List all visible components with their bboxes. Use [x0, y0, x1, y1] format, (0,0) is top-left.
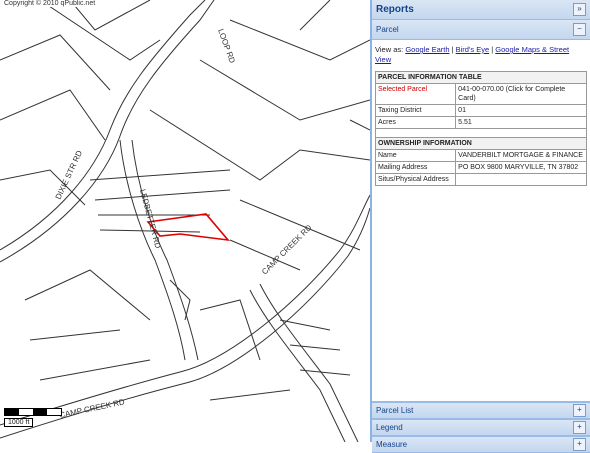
view-as-links: View as: Google Earth | Bird's Eye | Goo…: [375, 45, 570, 64]
road-label: LEDBETTER RD: [138, 188, 163, 249]
birds-eye-link[interactable]: Bird's Eye: [456, 45, 490, 54]
row-value: VANDERBILT MORTGAGE & FINANCE: [455, 149, 587, 162]
reports-header: Reports »: [372, 0, 590, 20]
parcel-list-section[interactable]: Parcel List +: [372, 402, 590, 419]
expand-plus-icon[interactable]: +: [573, 438, 586, 451]
road-label: DIXIE STR RD: [54, 149, 85, 201]
table-row: Situs/Physical Address: [374, 173, 587, 186]
view-as-label: View as:: [375, 45, 404, 54]
parcel-section-body: View as: Google Earth | Bird's Eye | Goo…: [372, 40, 590, 402]
row-label: Situs/Physical Address: [374, 173, 457, 186]
table-row: Acres 5.51: [374, 116, 587, 129]
collapse-minus-icon[interactable]: −: [573, 23, 586, 36]
parcel-info-table: PARCEL INFORMATION TABLE Selected Parcel…: [374, 71, 587, 186]
road-label: CAMP CREEK RD: [260, 223, 314, 277]
legend-section[interactable]: Legend +: [372, 419, 590, 436]
road-label: CAMP CREEK RD: [59, 397, 126, 420]
table-row: Selected Parcel 041-00-070.00 (Click for…: [374, 83, 587, 105]
reports-panel: Reports » Parcel − View as: Google Earth…: [370, 0, 590, 453]
table-row: Taxing District 01: [374, 104, 587, 117]
row-label: Selected Parcel: [374, 83, 457, 105]
table-title: PARCEL INFORMATION TABLE: [375, 71, 587, 84]
spacer-row: [375, 128, 587, 138]
row-label: Name: [374, 149, 457, 162]
row-value: 5.51: [455, 116, 587, 129]
section-title: Legend: [376, 423, 403, 432]
table-row: Mailing Address PO BOX 9800 MARYVILLE, T…: [374, 161, 587, 174]
map-copyright: Copyright © 2010 qPublic.net: [2, 0, 98, 7]
section-title: Measure: [376, 440, 408, 449]
double-chevron-right-icon[interactable]: »: [573, 3, 586, 16]
expand-plus-icon[interactable]: +: [573, 404, 586, 417]
selected-parcel-link[interactable]: 041-00-070.00 (Click for Complete Card): [455, 83, 587, 105]
reports-title: Reports: [376, 4, 414, 15]
table-row: Name VANDERBILT MORTGAGE & FINANCE: [374, 149, 587, 162]
scale-bar: 1000 ft: [4, 408, 62, 427]
row-label: Taxing District: [374, 104, 457, 117]
row-label: Acres: [374, 116, 457, 129]
google-earth-link[interactable]: Google Earth: [405, 45, 449, 54]
scale-label: 1000 ft: [4, 418, 34, 427]
parcel-section-title: Parcel: [376, 25, 399, 34]
row-value: 01: [455, 104, 587, 117]
owner-title: OWNERSHIP INFORMATION: [375, 137, 587, 150]
row-label: Mailing Address: [374, 161, 457, 174]
section-title: Parcel List: [376, 406, 414, 415]
scale-bar-graphic: [4, 408, 62, 416]
row-value: [455, 173, 587, 186]
road-label: LOOP RD: [216, 28, 237, 65]
map-canvas[interactable]: DIXIE STR RD LOOP RD LEDBETTER RD CAMP C…: [0, 0, 370, 442]
map-view[interactable]: DIXIE STR RD LOOP RD LEDBETTER RD CAMP C…: [0, 0, 370, 442]
expand-plus-icon[interactable]: +: [573, 421, 586, 434]
row-value: PO BOX 9800 MARYVILLE, TN 37802: [455, 161, 587, 174]
measure-section[interactable]: Measure +: [372, 436, 590, 453]
parcel-section-header[interactable]: Parcel −: [372, 20, 590, 40]
